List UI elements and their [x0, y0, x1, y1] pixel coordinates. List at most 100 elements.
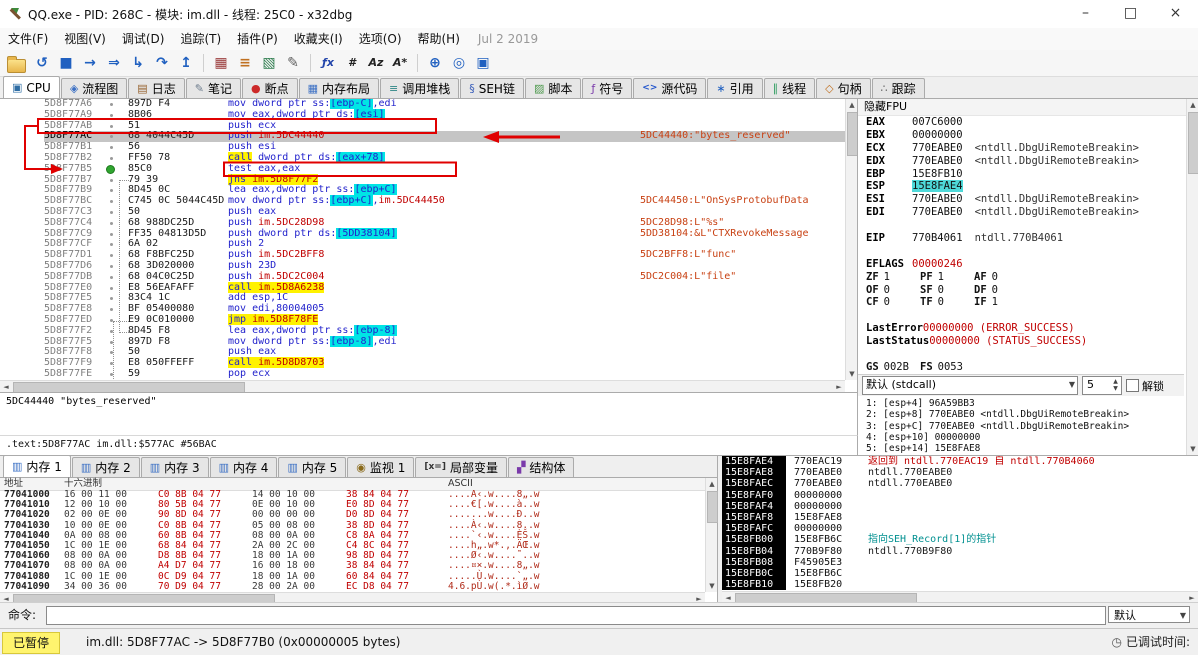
tab-SEH链[interactable]: § SEH链 [460, 78, 524, 98]
disasm-row[interactable]: 5D8F77A6 897D F4 mov dword ptr ss:[ebp-C],… [0, 99, 845, 110]
tab-内存布局[interactable]: ▦ 内存布局 [298, 78, 379, 98]
disasm-row[interactable]: 5D8F77FE 59 pop ecx [0, 368, 845, 380]
tab-监视 1[interactable]: ◉ 监视 1 [347, 457, 415, 477]
flag-DF[interactable]: DF 0 [974, 284, 1028, 297]
stack-row[interactable]: 15E8FB08 F45905E3 [722, 556, 1198, 568]
tab-断点[interactable]: ● 断点 [241, 78, 298, 98]
hide-fpu-toggle[interactable]: 隐藏FPU [858, 99, 1198, 116]
stack-row[interactable]: 15E8FB10 15E8FB20 [722, 579, 1198, 591]
flag-ZF[interactable]: ZF 1 [866, 271, 920, 284]
menu-item[interactable]: 插件(P) [229, 28, 286, 50]
stack-row[interactable]: 15E8FB04 770B9F80 ntdll.770B9F80 [722, 545, 1198, 557]
register-value[interactable]: 770EABE0 [912, 155, 963, 167]
flag-OF[interactable]: OF 0 [866, 284, 920, 297]
disasm-row[interactable]: 5D8F77E0 E8 56EAFAFF call im.5D8A6238 [0, 281, 845, 294]
menu-item[interactable]: 视图(V) [56, 28, 114, 50]
log-bubble-icon[interactable]: ▣ [472, 52, 494, 74]
scope-icon[interactable]: ◎ [448, 52, 470, 74]
tab-跟踪[interactable]: ∴ 跟踪 [871, 78, 925, 98]
disasm-row[interactable]: 5D8F77B5 85C0 test eax,eax [0, 163, 845, 175]
close-button[interactable]: × [1153, 0, 1198, 28]
disasm-row[interactable]: 5D8F77E8 BF 05400080 mov edi,80004005 [0, 303, 845, 315]
tab-调用堆栈[interactable]: ≡ 调用堆栈 [380, 78, 460, 98]
disasm-row[interactable]: 5D8F77F5 897D F8 mov dword ptr ss:[ebp-8],… [0, 335, 845, 348]
tab-符号[interactable]: ƒ 符号 [582, 78, 633, 98]
register-value[interactable]: 770EABE0 [912, 206, 963, 218]
flag-GS[interactable]: GS 002B [866, 361, 920, 374]
register-value[interactable]: 15E8FAE4 [912, 180, 963, 193]
stack-row[interactable]: 15E8FAF0 00000000 [722, 489, 1198, 501]
step-over-icon[interactable]: ↷ [151, 52, 173, 74]
flag-PF[interactable]: PF 1 [920, 271, 974, 284]
register-value[interactable]: 15E8FB10 [912, 168, 963, 180]
stack-row[interactable]: 15E8FAE4 770EAC19 返回到 ntdll.770EAC19 自 ntd… [722, 456, 1198, 468]
disasm-hscrollbar[interactable]: ◄ ► [0, 380, 845, 392]
tab-CPU[interactable]: ▣ CPU [3, 76, 60, 98]
disasm-row[interactable]: 5D8F77F9 E8 050FFEFF call im.5D8D8703 [0, 357, 845, 369]
stack-row[interactable]: 15E8FAEC 770EABE0 ntdll.770EABE0 [722, 478, 1198, 490]
memory-dump-panel[interactable]: ▥ 内存 1 ▥ 内存 2 ▥ 内存 3 ▥ 内存 4 ▥ 内存 5 ◉ 监视 1 [x=] 局部变量 ▞ 结… [0, 455, 718, 605]
registers-vscrollbar[interactable]: ▲ ▼ [1186, 99, 1198, 455]
step-out-icon[interactable]: ↥ [175, 52, 197, 74]
register-value[interactable]: 770EABE0 [912, 142, 963, 154]
trace-coverage-icon[interactable]: ≡ [234, 52, 256, 74]
disasm-row[interactable]: 5D8F77BC C745 0C 5044C45D mov dword ptr ss… [0, 195, 845, 207]
open-file-icon[interactable] [7, 56, 26, 73]
disasm-row[interactable]: 5D8F77D1 68 F8BFC25D push im.5DC2BFF8 5DC2B… [0, 249, 845, 261]
tab-脚本[interactable]: ▨ 脚本 [524, 78, 582, 98]
tab-流程图[interactable]: ◈ 流程图 [60, 78, 128, 98]
register-value[interactable]: 007C6000 [912, 116, 963, 128]
tab-内存 2[interactable]: ▥ 内存 2 [71, 457, 140, 477]
flag-CF[interactable]: CF 0 [866, 296, 920, 309]
menu-item[interactable]: 选项(O) [351, 28, 410, 50]
register-row[interactable]: EAX 007C6000 [858, 116, 1184, 129]
argument-count-spinner[interactable]: 5 ▲ ▼ [1082, 376, 1122, 395]
wildcard-icon[interactable]: A* [389, 52, 411, 74]
tab-句柄[interactable]: ◇ 句柄 [816, 78, 871, 98]
run-to-user-icon[interactable]: ⇒ [103, 52, 125, 74]
comment-icon[interactable]: ✎ [282, 52, 304, 74]
restart-icon[interactable]: ↺ [31, 52, 53, 74]
tab-线程[interactable]: ∥ 线程 [763, 78, 816, 98]
register-value[interactable]: 00000000 (ERROR_SUCCESS) [923, 322, 1075, 334]
patches-icon[interactable]: ▧ [258, 52, 280, 74]
register-row[interactable]: LastStatus00000000 (STATUS_SUCCESS) [858, 335, 1184, 348]
stack-row[interactable]: 15E8FAE8 770EABE0 ntdll.770EABE0 [722, 467, 1198, 479]
disasm-vscrollbar[interactable]: ▲ ▼ [845, 99, 857, 380]
stack-panel[interactable]: 15E8FAE4 770EAC19 返回到 ntdll.770EAC19 自 ntd… [722, 456, 1198, 604]
stack-row[interactable]: 15E8FB0C 15E8FB6C [722, 567, 1198, 580]
menu-item[interactable]: 文件(F) [0, 28, 56, 50]
tab-结构体[interactable]: ▞ 结构体 [507, 457, 575, 477]
flag-IF[interactable]: IF 1 [974, 296, 1028, 309]
menu-item[interactable]: 收藏夹(I) [286, 28, 351, 50]
flag-AF[interactable]: AF 0 [974, 271, 1028, 284]
disasm-row[interactable]: 5D8F77C4 68 988DC25D push im.5DC28D98 5DC28… [0, 217, 845, 229]
register-value[interactable]: 00000000 [912, 129, 963, 141]
register-value[interactable]: 770EABE0 [912, 193, 963, 205]
argument-row[interactable]: 3: [esp+C] 770EABE0 <ntdll.DbgUiRemoteBr… [858, 421, 1184, 432]
argument-row[interactable]: 1: [esp+4] 96A59BB3 [858, 398, 1184, 409]
unlock-checkbox[interactable]: 解锁 [1126, 378, 1164, 394]
argument-row[interactable]: 5: [esp+14] 15E8FAE8 [858, 443, 1184, 454]
tab-引用[interactable]: ∗ 引用 [707, 78, 763, 98]
flag-TF[interactable]: TF 0 [920, 296, 974, 309]
fx-icon[interactable]: ƒx [317, 52, 339, 74]
command-profile-dropdown[interactable]: 默认 ▼ [1108, 606, 1190, 623]
dump-row[interactable]: 77041070 08 00 0A 00 A4 D7 04 77 16 00 18 0… [0, 561, 706, 571]
register-value[interactable]: 770B4061 [912, 232, 963, 244]
register-row[interactable]: EBP 15E8FB10 [858, 168, 1184, 181]
disasm-row[interactable]: 5D8F77F2 8D45 F8 lea eax,dword ptr ss:[ebp… [0, 324, 845, 337]
menu-item[interactable]: 追踪(T) [172, 28, 229, 50]
tab-源代码[interactable]: <> 源代码 [633, 78, 707, 98]
disasm-row[interactable]: 5D8F77ED E9 0C010000 jmp im.5D8F78FE [0, 314, 845, 326]
flag-FS[interactable]: FS 0053 [920, 361, 974, 374]
register-row[interactable]: LastError00000000 (ERROR_SUCCESS) [858, 322, 1184, 335]
case-icon[interactable]: Az [365, 52, 387, 74]
step-into-icon[interactable]: ↳ [127, 52, 149, 74]
register-row[interactable]: ESP 15E8FAE4 [858, 180, 1184, 193]
register-row[interactable]: EFLAGS 00000246 [858, 258, 1184, 271]
flag-SF[interactable]: SF 0 [920, 284, 974, 297]
tab-局部变量[interactable]: [x=] 局部变量 [415, 457, 507, 477]
disassembly-panel[interactable]: 5D8F77A6 897D F4 mov dword ptr ss:[ebp-C],… [0, 99, 858, 392]
menu-item[interactable]: 调试(D) [114, 28, 173, 50]
